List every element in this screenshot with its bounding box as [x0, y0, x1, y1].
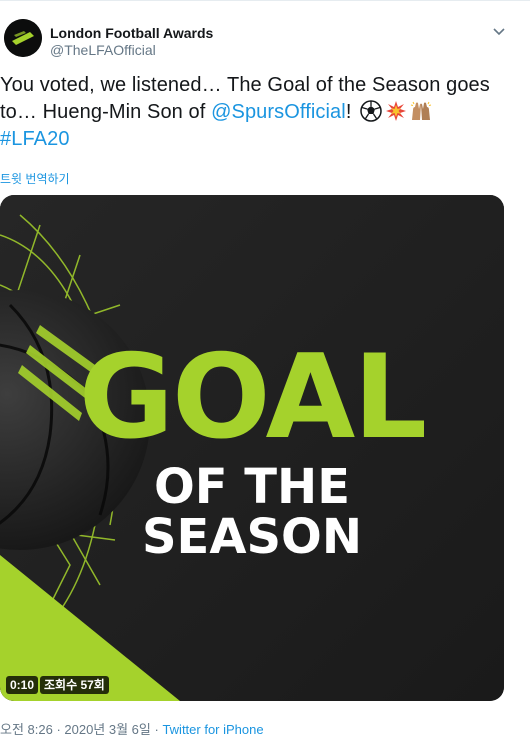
mention-link[interactable]: @SpursOfficial: [211, 101, 346, 123]
account-handle[interactable]: @TheLFAOfficial: [50, 42, 156, 58]
video-title-goal: GOAL: [78, 330, 427, 465]
footer-separator: ·: [150, 722, 163, 737]
video-title-of-the: OF THE: [153, 459, 350, 515]
account-avatar[interactable]: [4, 19, 42, 57]
tweet-text: You voted, we listened… The Goal of the …: [0, 72, 520, 153]
top-divider: [0, 0, 530, 1]
raising-hands-icon: [411, 101, 432, 120]
soccer-ball-icon: [360, 100, 382, 122]
translate-tweet-link[interactable]: 트윗 번역하기: [0, 170, 70, 187]
chevron-down-icon[interactable]: [490, 22, 508, 40]
tweet-timestamp[interactable]: 오전 8:26 · 2020년 3월 6일: [0, 722, 151, 737]
tweet-source-link[interactable]: Twitter for iPhone: [162, 722, 263, 737]
tweet-text-part2: !: [345, 101, 358, 123]
hashtag-link[interactable]: #LFA20: [0, 128, 70, 150]
video-title-season: SEASON: [141, 509, 363, 565]
video-views-badge: 조회수 57회: [40, 676, 109, 694]
tweet-footer: 오전 8:26 · 2020년 3월 6일 · Twitter for iPho…: [0, 719, 264, 738]
lfa-logo-icon: [4, 19, 42, 57]
account-display-name[interactable]: London Football Awards: [50, 25, 213, 41]
video-elapsed-badge: 0:10: [6, 676, 39, 694]
collision-icon: [386, 101, 407, 121]
